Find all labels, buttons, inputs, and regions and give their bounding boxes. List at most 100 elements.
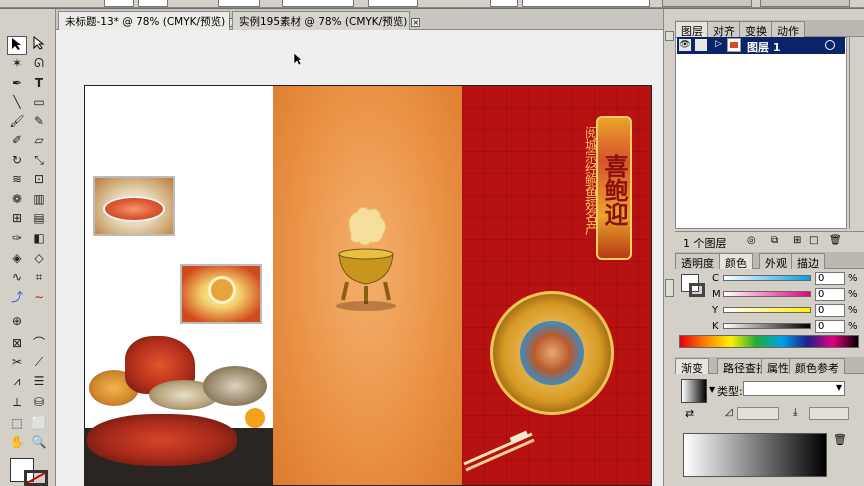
curvature-icon[interactable]: ∿ [7,268,27,287]
knife-icon[interactable]: ⟋ [29,353,49,372]
tab-color[interactable]: 颜色 [719,253,753,270]
blob-brush-icon[interactable]: ✐ [7,131,27,150]
artboard-icon[interactable]: ⊠ [7,334,27,353]
pen-icon[interactable]: ✒ [7,74,27,93]
black-slider[interactable] [723,323,811,329]
yellow-slider[interactable] [723,307,811,313]
tab-stroke[interactable]: 描边 [791,253,825,270]
stroke-swatch-icon[interactable] [24,470,48,486]
path-icon[interactable]: ⌒ [29,334,49,353]
sushi-platter-photo[interactable] [93,176,175,236]
gradient-swatch[interactable] [681,379,707,403]
sea-urchin-dish-photo[interactable] [180,264,262,324]
gradient-type-select[interactable]: ▼ [743,381,845,396]
aspect-field[interactable] [809,407,849,420]
measure-icon[interactable]: ⟂ [7,393,27,412]
scissors-icon[interactable]: ✂ [7,353,27,372]
vertical-scrollbar[interactable] [663,9,675,486]
line-icon[interactable]: ╲ [7,93,27,112]
yellow-value[interactable]: 0 [815,304,845,317]
tab-instance-195[interactable]: 实例195素材 @ 78% (CMYK/预览) × [232,11,421,30]
scroll-up-arrow[interactable] [665,31,674,41]
stroke-dropdown[interactable] [138,0,168,7]
live-paint-icon[interactable]: ◈ [7,249,27,268]
layer-row[interactable]: 👁 ▷ 图层 1 [677,37,845,54]
chart-icon[interactable]: ⩘ [7,372,27,391]
type-icon[interactable]: T [29,74,49,93]
opacity-field[interactable] [490,0,518,7]
brush-definition-field[interactable] [282,0,354,7]
warp-icon[interactable]: ≋ [7,170,27,189]
layer-name[interactable]: 图层 1 [747,39,780,55]
align-icon[interactable]: ☰ [29,372,49,391]
tab-color-guide[interactable]: 颜色参考 [789,358,845,375]
paint-bucket-icon[interactable]: ⛁ [29,393,49,412]
scroll-thumb[interactable] [665,279,674,297]
tab-appearance[interactable]: 外观 [759,253,793,270]
artboard[interactable]: 阅城宗经鲍鱼翅名产 喜鲍迎 [84,85,652,486]
column-graph-icon[interactable]: ▥ [29,190,49,209]
expand-arrow-icon[interactable]: ▷ [715,39,722,49]
tab-align[interactable]: 对齐 [707,21,741,38]
doc-setup-button[interactable] [662,0,752,7]
gradient-preview-bar[interactable] [683,433,827,477]
tab-gradient[interactable]: 渐变 [675,358,709,375]
eraser-icon[interactable]: ▱ [29,131,49,150]
eye-icon[interactable]: 👁 [679,39,691,51]
slice-select-icon[interactable]: ⬚ [7,414,27,433]
cyan-slider[interactable] [723,275,811,281]
magenta-slider[interactable] [723,291,811,297]
width-icon[interactable]: ∼ [29,288,49,307]
trash-icon[interactable]: 🗑 [833,433,847,446]
preferences-button[interactable] [760,0,850,7]
black-value[interactable]: 0 [815,320,845,333]
gradient-icon[interactable]: ▤ [29,209,49,228]
cyan-value[interactable]: 0 [815,272,845,285]
tab-actions[interactable]: 动作 [771,21,805,38]
trash-icon[interactable]: 🗑 [829,235,842,246]
pencil-icon[interactable]: ✎ [29,112,49,131]
close-icon[interactable]: × [411,18,421,27]
tab-transparency[interactable]: 透明度 [675,253,720,270]
crosshair-icon[interactable]: ⊕ [7,312,27,331]
selection-tool-icon[interactable] [7,36,27,55]
color-stroke-swatch[interactable] [689,283,705,297]
fill-dropdown[interactable] [104,0,134,7]
document-setup-field[interactable] [522,0,650,7]
scale-icon[interactable]: ⤡ [29,151,49,170]
eyedropper-icon[interactable]: ✑ [7,229,27,248]
stroke-weight-field[interactable] [218,0,260,7]
reverse-gradient-icon[interactable]: ⇄ [685,407,694,420]
style-field[interactable] [368,0,418,7]
make-clip-mask-icon[interactable]: ⧉ [771,235,778,246]
angle-field[interactable] [737,407,779,420]
zoom-icon[interactable]: 🔍 [29,433,49,452]
print-tiling-icon[interactable]: ⬜ [29,414,49,433]
tab-untitled-13[interactable]: 未标题-13* @ 78% (CMYK/预览)× [58,11,239,30]
new-sublayer-icon[interactable]: ⊞ [793,235,801,246]
lasso-icon[interactable]: ᘏ [29,54,49,73]
target-circle-icon[interactable] [825,40,835,50]
free-transform-icon[interactable]: ⊡ [29,170,49,189]
lock-toggle[interactable] [695,39,707,51]
magenta-value[interactable]: 0 [815,288,845,301]
slice-icon[interactable]: ⌗ [29,268,49,287]
symbol-sprayer-icon[interactable]: ❁ [7,190,27,209]
new-layer-icon[interactable]: □ [809,235,818,246]
rectangle-icon[interactable]: ▭ [29,93,49,112]
direct-selection-icon[interactable] [29,35,49,55]
color-spectrum-bar[interactable] [679,335,859,348]
tab-layers[interactable]: 图层 [675,21,709,38]
paintbrush-icon[interactable]: 🖌 [7,112,27,131]
blend-icon[interactable]: ◧ [29,229,49,248]
shaper-icon[interactable]: ⤴ [7,288,27,307]
locate-object-icon[interactable]: ◎ [747,235,756,246]
mesh-icon[interactable]: ⊞ [7,209,27,228]
hand-icon[interactable]: ✋ [7,433,27,452]
magic-wand-icon[interactable]: ✶ [7,54,27,73]
layers-scrollbar[interactable] [849,37,863,229]
live-paint-select-icon[interactable]: ◇ [29,249,49,268]
chevron-down-icon[interactable]: ▼ [709,385,715,394]
tab-transform[interactable]: 变换 [739,21,773,38]
rotate-icon[interactable]: ↻ [7,151,27,170]
